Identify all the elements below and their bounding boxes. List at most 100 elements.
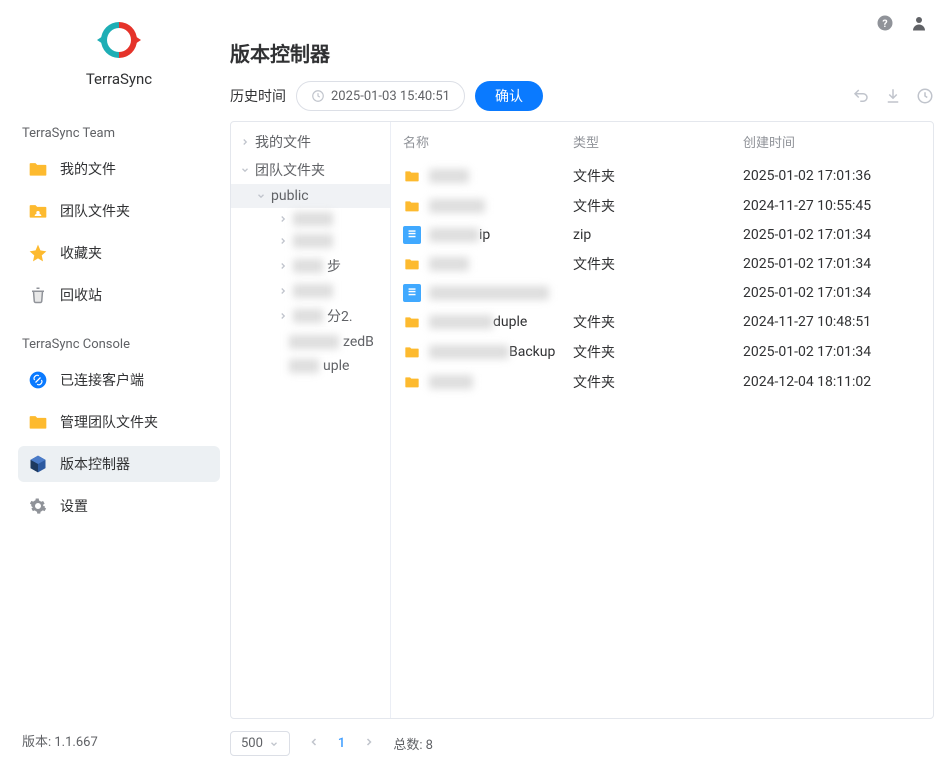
confirm-button[interactable]: 确认	[475, 81, 543, 111]
file-created: 2025-01-02 17:01:34	[743, 256, 921, 272]
cube-icon	[28, 454, 48, 474]
tree-label-blurred	[289, 335, 339, 349]
tree-label-blurred	[289, 359, 319, 373]
file-created: 2025-01-02 17:01:34	[743, 344, 921, 360]
nav-team-folder[interactable]: 团队文件夹	[18, 193, 220, 229]
undo-icon[interactable]	[852, 87, 870, 105]
section-console: TerraSync Console	[22, 337, 220, 352]
file-created: 2025-01-02 17:01:36	[743, 168, 921, 184]
help-icon[interactable]: ?	[876, 14, 894, 32]
nav-label: 我的文件	[60, 159, 116, 179]
nav-manage-team-folder[interactable]: 管理团队文件夹	[18, 404, 220, 440]
datetime-input[interactable]: 2025-01-03 15:40:51	[296, 81, 465, 111]
nav-favorites[interactable]: 收藏夹	[18, 235, 220, 271]
tree-label-blurred	[293, 309, 323, 323]
nav-recycle[interactable]: 回收站	[18, 277, 220, 313]
history-label: 历史时间	[230, 86, 286, 106]
folder-icon	[28, 159, 48, 179]
file-row[interactable]: 文件夹2025-01-02 17:01:36	[391, 161, 933, 191]
tree-label-suffix: zedB	[343, 334, 374, 350]
tree-label-blurred	[293, 212, 333, 226]
chevron-right-icon	[277, 285, 289, 297]
col-created[interactable]: 创建时间	[743, 132, 921, 151]
trash-icon	[28, 285, 48, 305]
col-type[interactable]: 类型	[573, 132, 743, 151]
pagination: 500 1 总数: 8	[230, 719, 934, 756]
file-row[interactable]: ☰2025-01-02 17:01:34	[391, 279, 933, 307]
nav-label: 回收站	[60, 285, 102, 305]
page-title: 版本控制器	[230, 38, 934, 67]
app-logo-icon	[95, 16, 143, 64]
file-created: 2024-11-27 10:55:45	[743, 198, 921, 214]
tree-node-child[interactable]: zedB	[231, 330, 390, 354]
file-name-suffix: Backup	[509, 344, 555, 360]
download-icon[interactable]	[884, 87, 902, 105]
tree-node-teamfolder[interactable]: 团队文件夹	[231, 156, 390, 184]
col-name[interactable]: 名称	[403, 132, 573, 151]
tree-label: public	[271, 188, 309, 204]
tree-label-blurred	[293, 284, 333, 298]
main: ? 版本控制器 历史时间 2025-01-03 15:40:51 确认	[230, 0, 952, 764]
page-next[interactable]	[359, 736, 379, 752]
tree-node-child[interactable]	[231, 280, 390, 302]
tree-label-blurred	[293, 234, 333, 248]
nav-label: 团队文件夹	[60, 201, 130, 221]
file-row[interactable]: 文件夹2024-11-27 10:55:45	[391, 191, 933, 221]
logo: TerraSync	[18, 16, 220, 88]
file-pane: 名称 类型 创建时间 文件夹2025-01-02 17:01:36文件夹2024…	[391, 122, 933, 718]
tree-label-suffix: uple	[323, 358, 349, 374]
nav-connected-clients[interactable]: 已连接客户端	[18, 362, 220, 398]
file-type: 文件夹	[573, 166, 743, 186]
tree-node-child[interactable]	[231, 230, 390, 252]
file-type: zip	[573, 227, 743, 243]
tree-node-public[interactable]: public	[231, 184, 390, 208]
nav-label: 已连接客户端	[60, 370, 144, 390]
chevron-down-icon	[269, 739, 279, 749]
control-row: 历史时间 2025-01-03 15:40:51 确认	[230, 81, 934, 111]
user-icon[interactable]	[910, 14, 928, 32]
gear-icon	[28, 496, 48, 516]
file-type: 文件夹	[573, 342, 743, 362]
history-icon[interactable]	[916, 87, 934, 105]
page-current[interactable]: 1	[338, 736, 345, 751]
svg-text:?: ?	[882, 17, 887, 30]
file-row[interactable]: duple 文件夹2024-11-27 10:48:51	[391, 307, 933, 337]
file-created: 2025-01-02 17:01:34	[743, 285, 921, 301]
tree-node-child[interactable]: uple	[231, 354, 390, 378]
file-row[interactable]: 文件夹2024-12-04 18:11:02	[391, 367, 933, 397]
sidebar: TerraSync TerraSync Team 我的文件 团队文件夹 收藏夹	[0, 0, 230, 764]
tree-label: 团队文件夹	[255, 160, 325, 180]
tree-node-myfiles[interactable]: 我的文件	[231, 128, 390, 156]
file-created: 2024-11-27 10:48:51	[743, 314, 921, 330]
file-created: 2024-12-04 18:11:02	[743, 374, 921, 390]
clock-icon	[311, 89, 325, 103]
chevron-right-icon	[277, 310, 289, 322]
nav-label: 收藏夹	[60, 243, 102, 263]
tree-node-child[interactable]: 分2.	[231, 302, 390, 330]
tree-node-child[interactable]: 步	[231, 252, 390, 280]
section-team: TerraSync Team	[22, 126, 220, 141]
nav-label: 版本控制器	[60, 454, 130, 474]
chevron-down-icon	[255, 190, 267, 202]
page-total: 总数: 8	[393, 734, 433, 753]
nav-my-files[interactable]: 我的文件	[18, 151, 220, 187]
team-folder-icon	[28, 201, 48, 221]
manage-folder-icon	[28, 412, 48, 432]
file-type: 文件夹	[573, 196, 743, 216]
file-row[interactable]: ☰ipzip2025-01-02 17:01:34	[391, 221, 933, 249]
file-row[interactable]: Backup 文件夹2025-01-02 17:01:34	[391, 337, 933, 367]
content-panel: 我的文件 团队文件夹 public	[230, 121, 934, 719]
star-icon	[28, 243, 48, 263]
file-type: 文件夹	[573, 312, 743, 332]
tree-node-child[interactable]	[231, 208, 390, 230]
page-size-select[interactable]: 500	[230, 731, 290, 756]
nav-label: 设置	[60, 496, 88, 516]
file-type: 文件夹	[573, 254, 743, 274]
file-row[interactable]: 文件夹2025-01-02 17:01:34	[391, 249, 933, 279]
page-size-value: 500	[241, 736, 263, 751]
page-prev[interactable]	[304, 736, 324, 752]
nav-version-controller[interactable]: 版本控制器	[18, 446, 220, 482]
link-icon	[28, 370, 48, 390]
file-name-suffix: duple	[493, 314, 527, 330]
nav-settings[interactable]: 设置	[18, 488, 220, 524]
